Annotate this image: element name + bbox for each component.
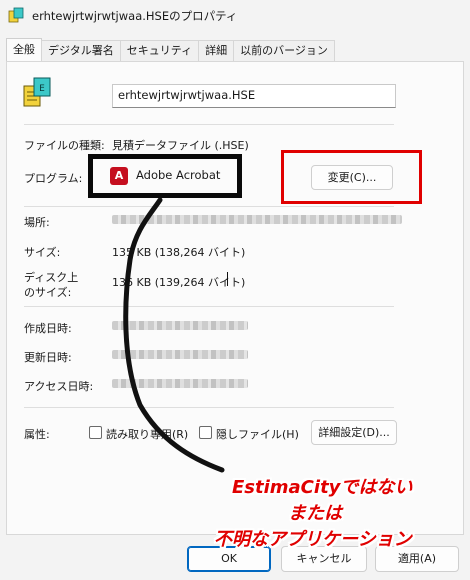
created-value-redacted — [112, 321, 248, 330]
general-panel — [6, 61, 464, 535]
tab-general[interactable]: 全般 — [6, 38, 42, 62]
tab-strip: 全般 デジタル署名 セキュリティ 詳細 以前のバージョン — [6, 38, 335, 62]
program-value: Adobe Acrobat — [136, 168, 221, 182]
file-icon — [8, 7, 24, 23]
hidden-label: 隠しファイル(H) — [216, 428, 299, 441]
disk-size-value: 136 KB (139,264 バイト) — [112, 276, 246, 289]
accessed-label: アクセス日時: — [24, 380, 94, 393]
file-type-label: ファイルの種類: — [24, 139, 105, 152]
svg-text:E: E — [39, 84, 45, 94]
hidden-checkbox[interactable] — [199, 426, 212, 439]
hse-file-icon: E — [23, 77, 51, 107]
attributes-label: 属性: — [24, 428, 50, 441]
divider — [24, 306, 394, 307]
readonly-checkbox[interactable] — [89, 426, 102, 439]
apply-button[interactable]: 適用(A) — [375, 546, 459, 572]
location-value-redacted — [112, 215, 402, 224]
program-label: プログラム: — [24, 172, 83, 185]
disk-size-label: のサイズ: — [24, 286, 72, 299]
change-button[interactable]: 変更(C)... — [311, 165, 393, 190]
cancel-button[interactable]: キャンセル — [281, 546, 367, 572]
tab-digital-signature[interactable]: デジタル署名 — [41, 40, 121, 62]
accessed-value-redacted — [112, 379, 248, 388]
size-label: サイズ: — [24, 246, 61, 259]
advanced-button[interactable]: 詳細設定(D)... — [311, 420, 397, 445]
tab-details[interactable]: 詳細 — [198, 40, 235, 62]
created-label: 作成日時: — [24, 322, 72, 335]
text-cursor — [227, 272, 228, 286]
divider — [24, 206, 394, 207]
modified-label: 更新日時: — [24, 351, 72, 364]
location-label: 場所: — [24, 216, 50, 229]
modified-value-redacted — [112, 350, 248, 359]
ok-button[interactable]: OK — [187, 546, 271, 572]
readonly-label: 読み取り専用(R) — [106, 428, 189, 441]
acrobat-icon: A — [110, 167, 128, 185]
tab-security[interactable]: セキュリティ — [119, 40, 200, 62]
divider — [24, 124, 394, 125]
window-title: erhtewjrtwjrwtjwaa.HSEのプロパティ — [32, 9, 238, 23]
divider — [24, 407, 394, 408]
title-bar: erhtewjrtwjrwtjwaa.HSEのプロパティ — [0, 0, 470, 32]
filename-field[interactable]: erhtewjrtwjrwtjwaa.HSE — [112, 84, 396, 108]
size-value: 135 KB (138,264 バイト) — [112, 246, 246, 259]
tab-previous-versions[interactable]: 以前のバージョン — [233, 40, 335, 62]
file-type-value: 見積データファイル (.HSE) — [112, 139, 249, 152]
disk-size-label: ディスク上 — [24, 271, 79, 284]
